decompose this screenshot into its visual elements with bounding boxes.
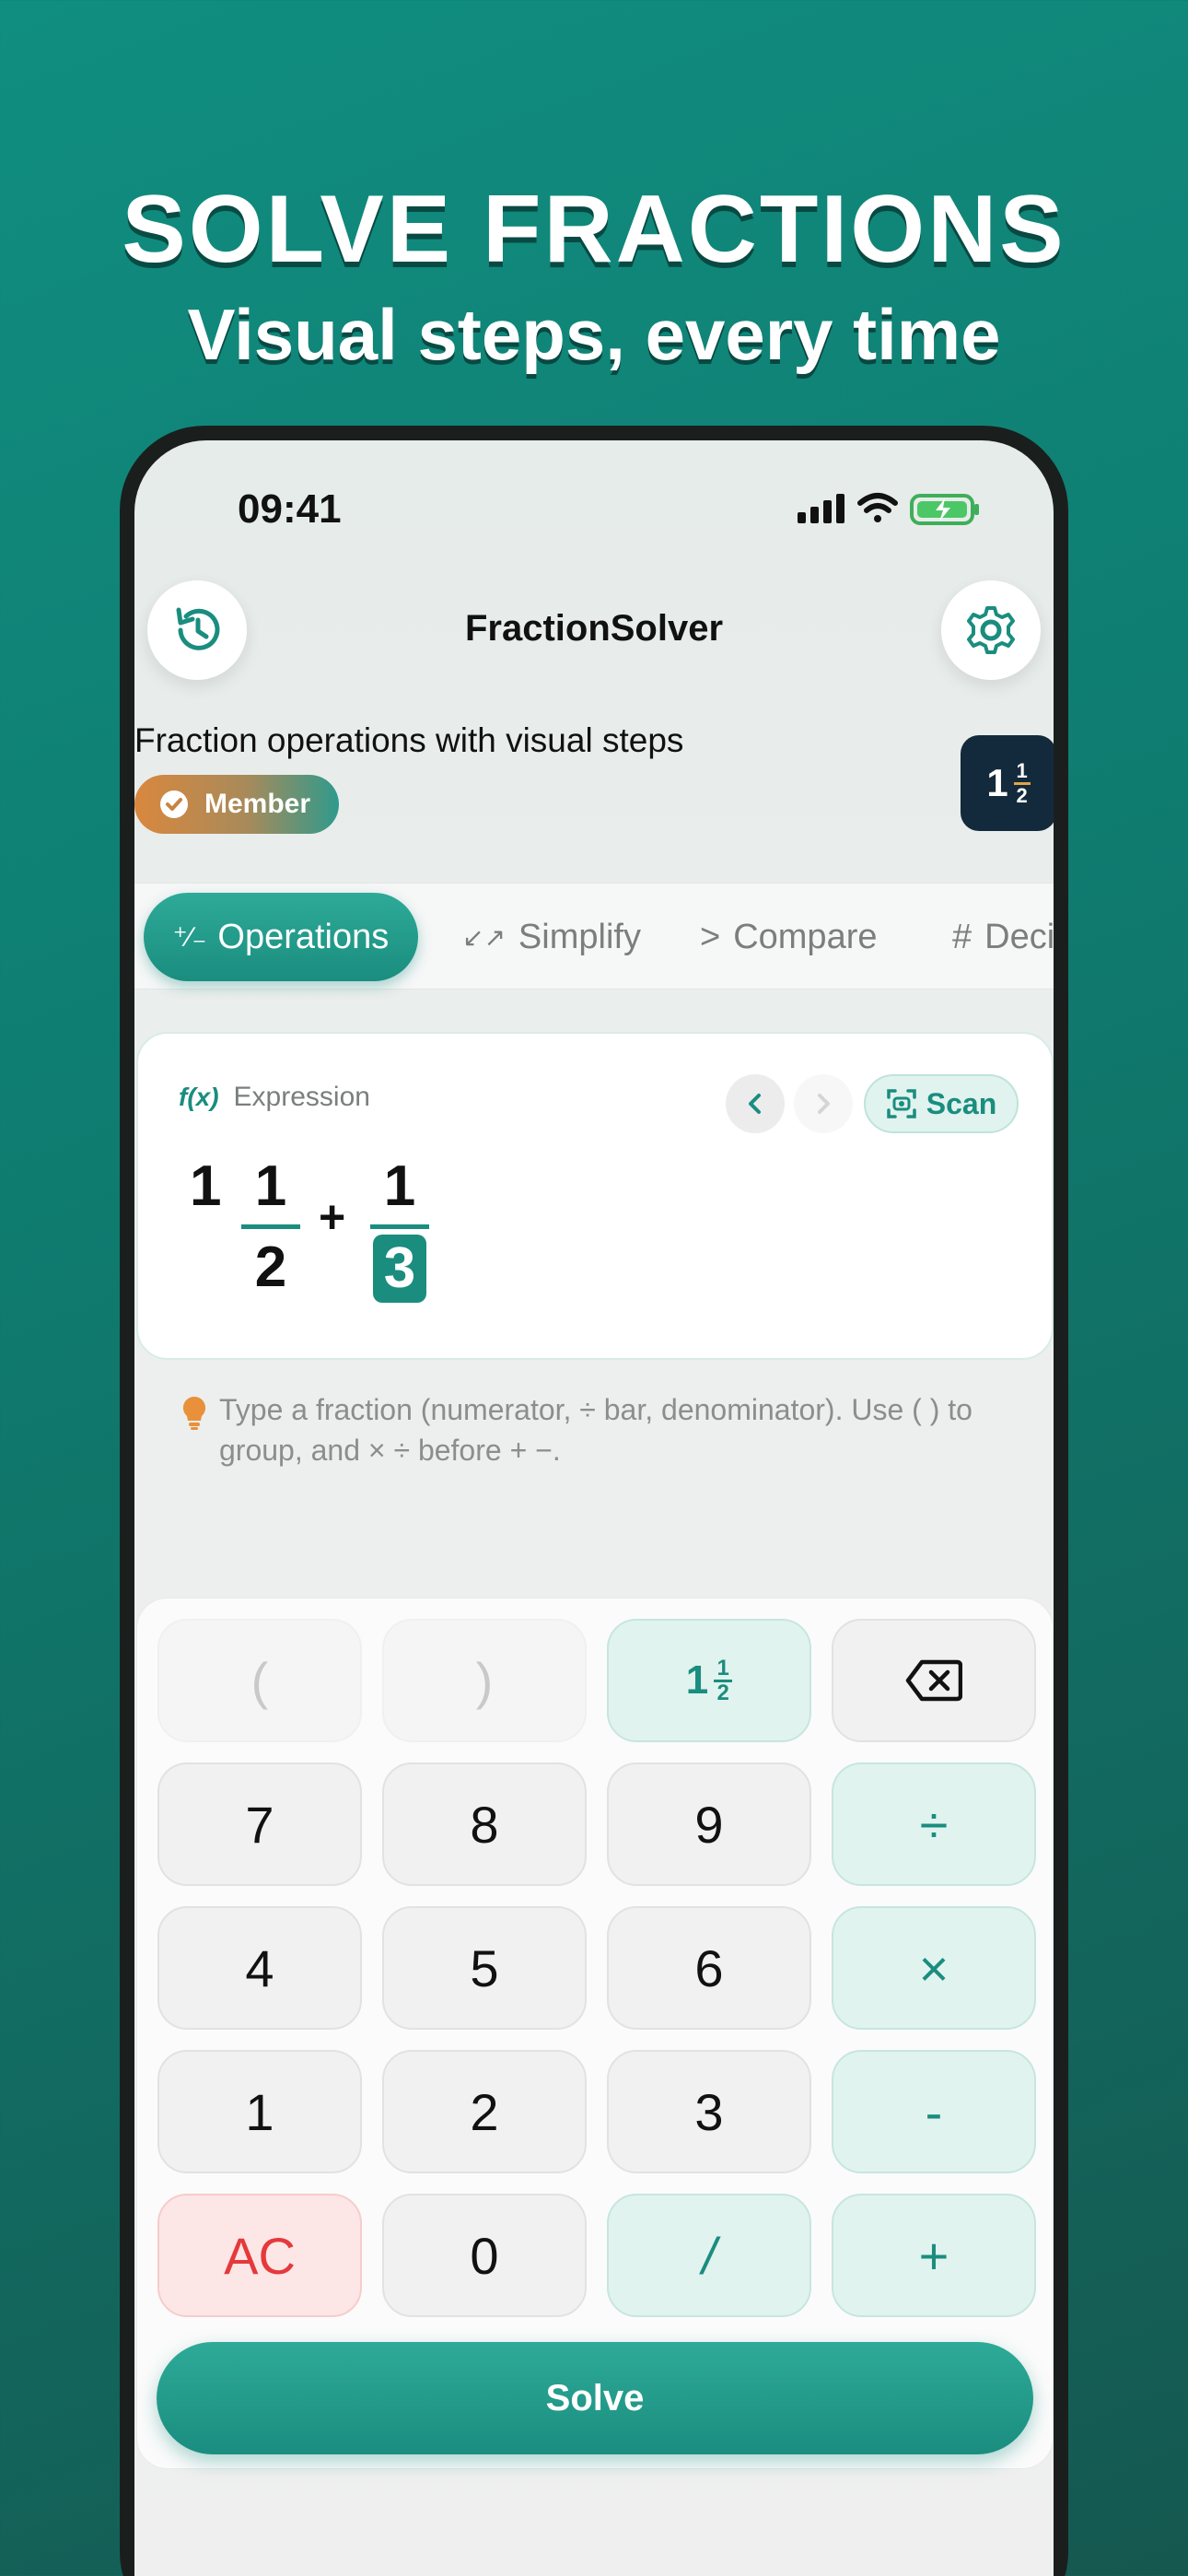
solve-button[interactable]: Solve [157, 2342, 1033, 2454]
expression-operator: + [319, 1191, 346, 1243]
mixed-key-whole: 1 [685, 1657, 709, 1703]
app-tagline: Fraction operations with visual steps [134, 721, 684, 759]
function-icon: f(x) [179, 1083, 219, 1111]
battery-icon [910, 494, 979, 525]
fraction-1-numerator: 1 [254, 1154, 287, 1218]
status-time: 09:41 [238, 486, 342, 532]
expression-label: Expression [233, 1082, 370, 1112]
key-2[interactable]: 2 [382, 2050, 587, 2173]
tab-decimal-label: Deci [984, 917, 1054, 956]
scan-label: Scan [926, 1086, 997, 1120]
lightbulb-icon [181, 1395, 208, 1436]
member-badge[interactable]: Member [134, 775, 339, 834]
next-button[interactable] [794, 1074, 853, 1133]
tab-simplify[interactable]: ↙↗ Simplify [462, 893, 641, 981]
badge-numerator: 1 [1016, 758, 1028, 782]
verified-check-icon [160, 790, 188, 818]
mixed-key-numerator: 1 [716, 1655, 729, 1680]
backspace-icon [905, 1659, 962, 1702]
fraction-2-denominator-cursor[interactable]: 3 [373, 1235, 426, 1303]
wifi-icon [857, 493, 898, 522]
promo-subhead: Visual steps, every time [187, 294, 1001, 375]
mixed-key-denominator: 2 [716, 1680, 729, 1705]
key-4[interactable]: 4 [157, 1906, 362, 2030]
key-fraction-slash[interactable]: / [607, 2194, 811, 2317]
key-multiply[interactable]: × [832, 1906, 1036, 2030]
fraction-1-denominator: 2 [254, 1235, 287, 1299]
key-7[interactable]: 7 [157, 1762, 362, 1886]
key-6[interactable]: 6 [607, 1906, 811, 2030]
key-mixed-fraction[interactable]: 1 1 2 [607, 1619, 811, 1742]
hash-icon: # [952, 917, 973, 956]
key-backspace[interactable] [832, 1619, 1036, 1742]
key-open-paren[interactable]: ( [157, 1619, 362, 1742]
expression-card: f(x) Expression Scan 1 1 2 + 1 3 [136, 1032, 1054, 1360]
key-3[interactable]: 3 [607, 2050, 811, 2173]
fraction-2-numerator: 1 [383, 1154, 416, 1218]
cellular-signal-icon [798, 494, 844, 523]
badge-whole: 1 [986, 761, 1008, 804]
expression-whole: 1 [190, 1154, 222, 1218]
fraction-1[interactable]: 1 2 [241, 1153, 300, 1300]
key-all-clear[interactable]: AC [157, 2194, 362, 2317]
chevron-right-icon [818, 1094, 830, 1114]
key-subtract[interactable]: - [832, 2050, 1036, 2173]
input-hint: Type a fraction (numerator, ÷ bar, denom… [219, 1393, 973, 1467]
member-label: Member [204, 789, 311, 819]
app-title: FractionSolver [464, 608, 724, 649]
greater-than-icon: > [700, 917, 721, 956]
plus-minus-icon: ⁺∕₋ [172, 921, 207, 953]
expression-label-row: f(x) Expression [179, 1082, 370, 1113]
tab-operations-label: Operations [217, 917, 390, 956]
status-icons [798, 485, 982, 531]
camera-scan-icon [887, 1089, 916, 1118]
key-add[interactable]: + [832, 2194, 1036, 2317]
key-1[interactable]: 1 [157, 2050, 362, 2173]
key-8[interactable]: 8 [382, 1762, 587, 1886]
mode-tabs: ⁺∕₋ Operations ↙↗ Simplify > Compare # D… [134, 883, 1054, 989]
key-divide[interactable]: ÷ [832, 1762, 1036, 1886]
fraction-2[interactable]: 1 3 [370, 1153, 429, 1303]
fraction-1-bar [241, 1224, 300, 1229]
tab-compare[interactable]: > Compare [700, 893, 878, 981]
tab-operations[interactable]: ⁺∕₋ Operations [144, 893, 418, 981]
mixed-fraction-badge[interactable]: 1 1 2 [961, 735, 1054, 831]
tab-compare-label: Compare [733, 917, 878, 956]
key-close-paren[interactable]: ) [382, 1619, 587, 1742]
key-5[interactable]: 5 [382, 1906, 587, 2030]
app-screen: 09:41 FractionSolver Fraction operations… [134, 440, 1054, 2576]
fraction-2-bar [370, 1224, 429, 1229]
gear-icon [967, 606, 1015, 654]
keypad: ( ) 1 1 2 7 8 9 ÷ 4 5 6 × 1 2 3 - AC 0 /… [136, 1598, 1054, 2469]
key-9[interactable]: 9 [607, 1762, 811, 1886]
scan-button[interactable]: Scan [864, 1074, 1019, 1133]
badge-denominator: 2 [1016, 783, 1028, 807]
tab-decimal[interactable]: # Deci [952, 893, 1054, 981]
compress-arrows-icon: ↙↗ [462, 922, 506, 952]
settings-button[interactable] [941, 580, 1041, 680]
chevron-left-icon [749, 1094, 761, 1114]
key-0[interactable]: 0 [382, 2194, 587, 2317]
promo-headline: SOLVE FRACTIONS [122, 176, 1066, 283]
previous-button[interactable] [726, 1074, 785, 1133]
tab-simplify-label: Simplify [518, 917, 641, 956]
